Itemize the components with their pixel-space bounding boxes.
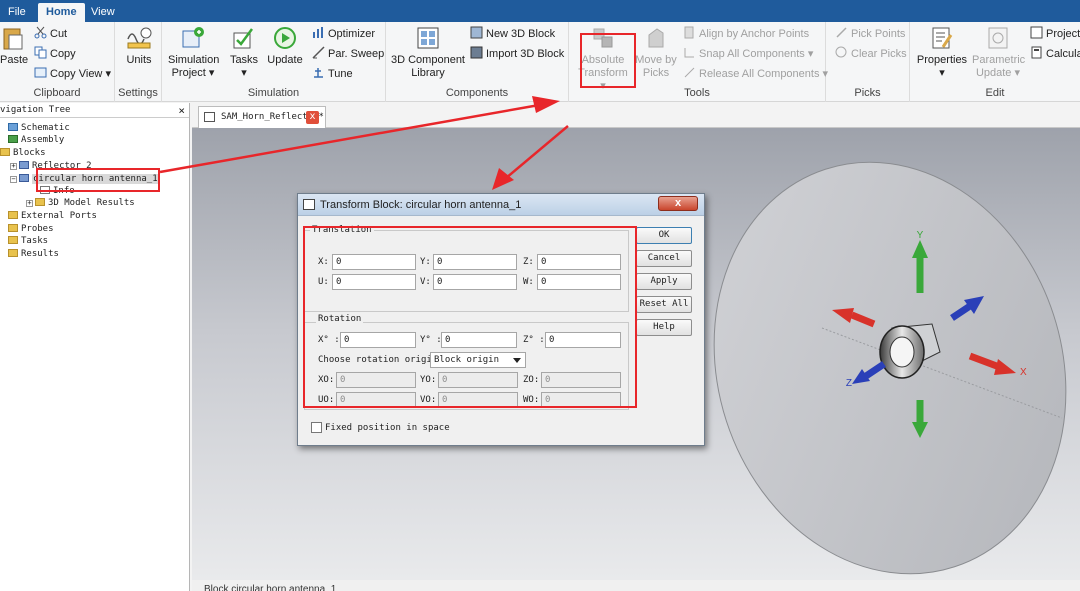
annotation-arrows bbox=[159, 96, 569, 190]
annotation-arrow-to-dialog bbox=[492, 125, 569, 190]
annotation-arrow-to-ribbon bbox=[159, 96, 560, 174]
